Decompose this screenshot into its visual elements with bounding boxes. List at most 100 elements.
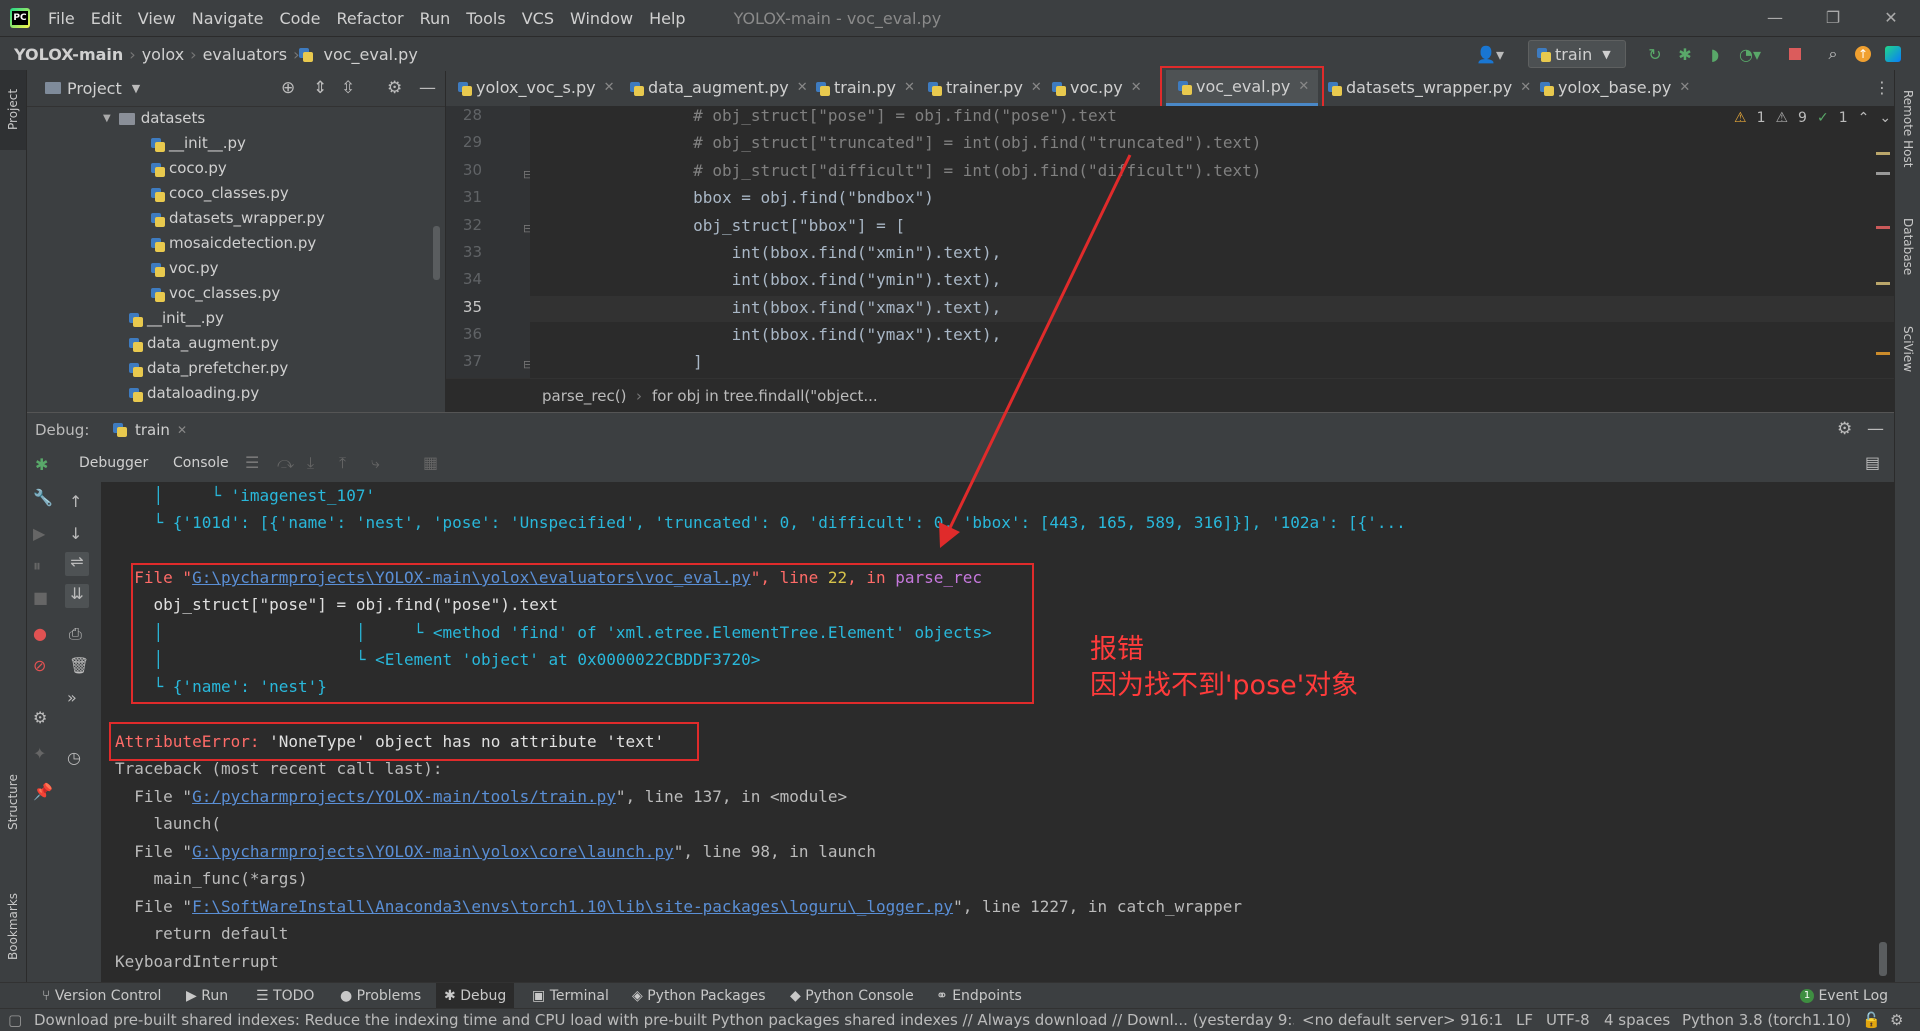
run-to-cursor-icon[interactable]: ⤷ [371, 453, 380, 473]
chevron-down-icon[interactable]: ⌄ [1879, 110, 1891, 126]
breakpoints-icon[interactable]: ● [33, 624, 47, 643]
tool-endpoints[interactable]: ⚭ Endpoints [936, 983, 1022, 1009]
menu-window[interactable]: Window [562, 9, 641, 28]
close-icon[interactable]: ✕ [904, 70, 915, 106]
tab-yolox-voc-s[interactable]: yolox_voc_s.py ✕ [446, 70, 614, 106]
breadcrumb-file[interactable]: voc_eval.py [317, 45, 423, 64]
breadcrumb-project[interactable]: YOLOX-main [8, 45, 129, 64]
close-icon[interactable]: ✕ [604, 70, 615, 106]
status-encoding[interactable]: UTF-8 [1546, 1009, 1590, 1031]
search-icon[interactable]: ⌕ [1822, 44, 1844, 64]
tool-python-console[interactable]: ◆ Python Console [790, 983, 914, 1009]
breadcrumb-yolox[interactable]: yolox [136, 45, 190, 64]
tool-todo[interactable]: ☰ TODO [256, 983, 314, 1009]
tree-folder-datasets[interactable]: ▼ datasets [103, 106, 205, 131]
menu-edit[interactable]: Edit [83, 9, 130, 28]
tab-data-augment[interactable]: data_augment.py ✕ [618, 70, 808, 106]
tree-file-voc[interactable]: voc.py [151, 256, 218, 281]
menu-code[interactable]: Code [272, 9, 329, 28]
tree-file-voc-classes[interactable]: voc_classes.py [151, 281, 280, 306]
gear-icon[interactable]: ⚙ [387, 78, 402, 98]
more-tabs-icon[interactable]: ⋮ [1874, 78, 1890, 97]
project-scrollbar[interactable] [433, 226, 440, 280]
tree-file-init[interactable]: __init__.py [151, 131, 246, 156]
tab-trainer[interactable]: trainer.py ✕ [916, 70, 1042, 106]
tool-debug-active[interactable]: ✱ Debug [436, 983, 515, 1009]
menu-navigate[interactable]: Navigate [184, 9, 272, 28]
status-line-separator[interactable]: LF [1516, 1009, 1533, 1031]
run-config-selector[interactable]: train ▼ [1528, 40, 1626, 68]
sciview-side-label[interactable]: SciView [1901, 326, 1915, 372]
step-over-icon[interactable]: ⤼ [277, 453, 294, 473]
inspection-widget[interactable]: ⚠ 1 ⚠ 9 ✓ 1 ⌃ ⌄ [1734, 110, 1891, 126]
profile-icon[interactable]: ◔▾ [1734, 44, 1766, 64]
file-link[interactable]: G:\pycharmprojects\YOLOX-main\yolox\core… [192, 842, 674, 861]
lock-icon[interactable]: 🔓 [1862, 1009, 1881, 1031]
more-icon[interactable]: » [67, 688, 77, 707]
chevron-down-icon[interactable]: ▼ [132, 82, 140, 95]
soft-wrap-icon[interactable]: ⇌ [65, 552, 89, 576]
project-view-label[interactable]: Project [67, 79, 122, 98]
tool-event-log[interactable]: 1 Event Log [1800, 983, 1888, 1009]
scroll-to-end-icon[interactable]: ⇊ [65, 584, 89, 608]
menu-tools[interactable]: Tools [458, 9, 513, 28]
tab-voc[interactable]: voc.py ✕ [1040, 70, 1142, 106]
tree-file-datasets-wrapper[interactable]: datasets_wrapper.py [151, 206, 325, 231]
close-button[interactable]: ✕ [1864, 0, 1918, 36]
close-icon[interactable]: ✕ [1131, 70, 1142, 106]
pin-icon[interactable]: 📌 [33, 782, 53, 801]
chevron-up-icon[interactable]: ⌃ [1858, 110, 1870, 126]
tool-version-control[interactable]: ⑂ Version Control [42, 983, 161, 1009]
project-tool-tab[interactable]: Project [0, 70, 26, 150]
error-stripe-mark[interactable] [1876, 226, 1890, 229]
menu-view[interactable]: View [130, 9, 184, 28]
step-into-icon[interactable]: ⤓ [307, 453, 314, 473]
user-icon[interactable]: 👤▾ [1474, 44, 1506, 64]
file-link[interactable]: F:\SoftWareInstall\Anaconda3\envs\torch1… [192, 897, 953, 916]
tab-datasets-wrapper[interactable]: datasets_wrapper.py ✕ [1316, 70, 1531, 106]
stop-icon[interactable] [1784, 44, 1806, 64]
remote-host-side-label[interactable]: Remote Host [1901, 90, 1915, 167]
expand-all-icon[interactable]: ⇕ [313, 78, 327, 98]
breadcrumb-evaluators[interactable]: evaluators [197, 45, 293, 64]
layout-icon[interactable]: ▤ [1865, 453, 1880, 472]
stop-icon[interactable]: ■ [33, 588, 48, 607]
menu-vcs[interactable]: VCS [514, 9, 562, 28]
tab-console[interactable]: Console [173, 455, 229, 471]
error-stripe-mark[interactable] [1876, 282, 1890, 285]
layout-toggle-icon[interactable]: ▢ [8, 1009, 22, 1031]
menu-file[interactable]: File [40, 9, 83, 28]
menu-refactor[interactable]: Refactor [328, 9, 411, 28]
scroll-down-icon[interactable]: ↓ [69, 524, 82, 543]
wrench-icon[interactable]: 🔧 [33, 488, 53, 507]
error-stripe-mark[interactable] [1876, 172, 1890, 175]
tool-terminal[interactable]: ▣ Terminal [532, 983, 609, 1009]
mute-breakpoints-icon[interactable]: ⊘ [33, 656, 46, 675]
locate-icon[interactable]: ⊕ [281, 78, 295, 98]
bookmarks-side-label[interactable]: Bookmarks [6, 893, 20, 960]
print-icon[interactable]: ⎙ [69, 624, 82, 644]
menu-help[interactable]: Help [641, 9, 693, 28]
pause-icon[interactable]: ⏸ [33, 556, 41, 576]
close-icon[interactable]: ✕ [1679, 70, 1690, 106]
scroll-up-icon[interactable]: ↑ [69, 492, 82, 511]
rerun-icon[interactable]: ↻ [1644, 44, 1666, 64]
debug-session-tab[interactable]: train [135, 421, 170, 439]
hide-panel-icon[interactable]: — [419, 78, 436, 98]
file-link[interactable]: G:/pycharmprojects/YOLOX-main/tools/trai… [192, 787, 616, 806]
status-interpreter[interactable]: Python 3.8 (torch1.10) [1682, 1009, 1851, 1031]
inspector-icon[interactable]: ⚙ [1890, 1009, 1903, 1031]
status-server[interactable]: <no default server> [1302, 1009, 1456, 1031]
tab-train[interactable]: train.py ✕ [804, 70, 915, 106]
error-stripe-mark[interactable] [1876, 352, 1890, 355]
step-out-icon[interactable]: ⤒ [339, 453, 346, 473]
tool-run[interactable]: ▶ Run [186, 983, 228, 1009]
resume-icon[interactable]: ▶ [33, 524, 45, 543]
menu-lines-icon[interactable]: ☰ [245, 453, 259, 472]
breadcrumb-function[interactable]: parse_rec() [542, 387, 626, 405]
debug-bug-icon[interactable]: ✱ [35, 455, 48, 474]
tool-python-packages[interactable]: ◈ Python Packages [632, 983, 766, 1009]
evaluate-icon[interactable]: ▦ [423, 453, 438, 472]
close-icon[interactable]: ✕ [177, 423, 187, 437]
gear-icon[interactable]: ⚙ [1837, 419, 1852, 439]
